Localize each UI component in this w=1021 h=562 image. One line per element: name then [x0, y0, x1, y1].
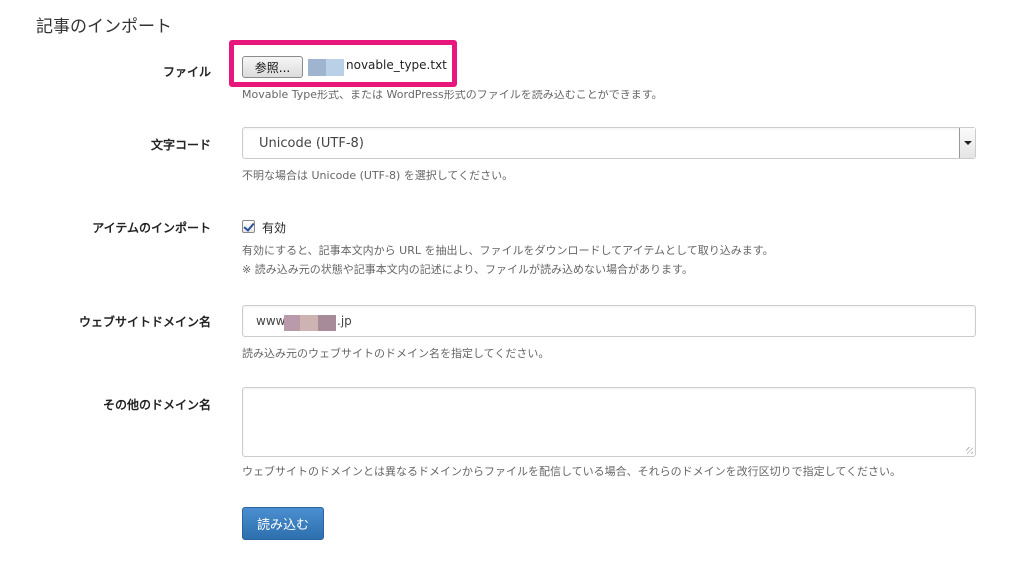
item-import-checkbox[interactable]: [242, 220, 255, 233]
encoding-select[interactable]: Unicode (UTF-8): [242, 127, 976, 159]
item-import-help-line2: ※ 読み込み元の状態や記事本文内の記述により、ファイルが読み込めない場合がありま…: [242, 263, 693, 276]
item-import-help-line1: 有効にすると、記事本文内から URL を抽出し、ファイルをダウンロードしてアイテ…: [242, 244, 774, 257]
browse-button[interactable]: 参照...: [242, 56, 303, 78]
file-name-masked: [326, 59, 344, 76]
masked-text: [318, 315, 336, 331]
item-import-checkbox-label[interactable]: 有効: [262, 219, 286, 236]
chevron-down-icon[interactable]: [959, 128, 975, 158]
other-domains-textarea[interactable]: [242, 387, 976, 457]
website-domain-help-text: 読み込み元のウェブサイトのドメイン名を指定してください。: [242, 347, 550, 360]
resize-handle-icon[interactable]: [966, 447, 973, 454]
masked-text: [284, 315, 300, 331]
import-submit-button[interactable]: 読み込む: [242, 507, 324, 540]
encoding-selected-value: Unicode (UTF-8): [259, 136, 364, 151]
website-domain-suffix: .jp: [337, 314, 352, 328]
encoding-label: 文字コード: [150, 138, 211, 152]
file-icon-masked: [308, 59, 326, 76]
encoding-help-text: 不明な場合は Unicode (UTF-8) を選択してください。: [242, 169, 514, 182]
masked-text: [300, 315, 318, 331]
website-domain-label: ウェブサイトドメイン名: [78, 315, 211, 329]
item-import-label: アイテムのインポート: [92, 221, 211, 235]
other-domains-help-text: ウェブサイトのドメインとは異なるドメインからファイルを配信している場合、それらの…: [242, 465, 902, 478]
page-title: 記事のインポート: [36, 17, 172, 37]
other-domains-label: その他のドメイン名: [102, 398, 211, 412]
file-label: ファイル: [162, 65, 211, 79]
file-name: novable_type.txt: [346, 58, 447, 72]
website-domain-input[interactable]: www. .jp: [242, 305, 976, 337]
file-help-text: Movable Type形式、または WordPress形式のファイルを読み込む…: [242, 88, 663, 101]
